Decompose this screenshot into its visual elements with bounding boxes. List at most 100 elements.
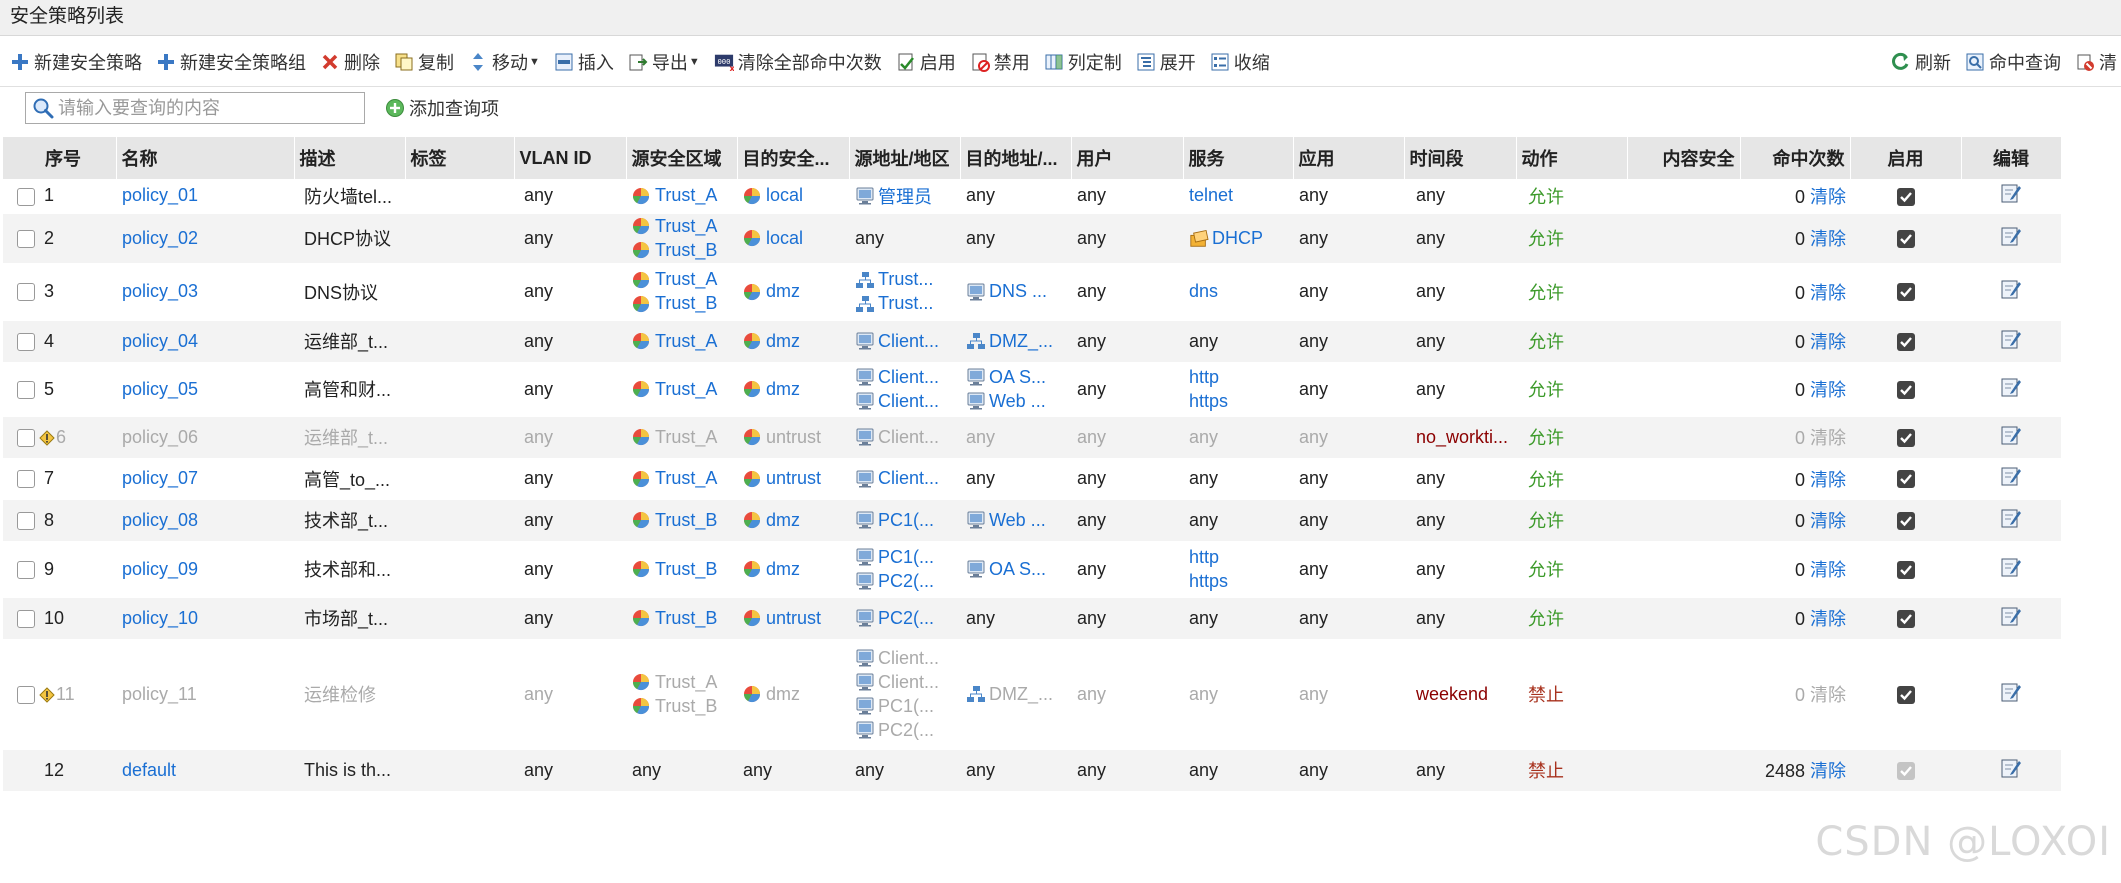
toolbar-button-9[interactable]: 禁用 xyxy=(970,44,1030,80)
column-header-15[interactable]: 命中次数 xyxy=(1740,137,1851,179)
policy-name-link[interactable]: policy_07 xyxy=(122,468,198,488)
enable-checkbox[interactable] xyxy=(1896,332,1915,351)
row-checkbox[interactable] xyxy=(17,229,35,248)
policy-name-link[interactable]: policy_06 xyxy=(122,427,198,447)
table-row[interactable]: 7 policy_07 高管_to_... any Trust_A untrust Clie… xyxy=(3,458,2061,500)
column-header-12[interactable]: 时间段 xyxy=(1404,137,1517,179)
policy-name-link[interactable]: policy_05 xyxy=(122,379,198,399)
edit-icon[interactable] xyxy=(2000,376,2022,398)
cell-name[interactable]: policy_02 xyxy=(116,213,294,264)
policy-name-link[interactable]: policy_01 xyxy=(122,185,198,205)
policy-name-link[interactable]: policy_03 xyxy=(122,281,198,301)
toolbar-right-button-0[interactable]: 刷新 xyxy=(1891,44,1951,80)
src-addr-item[interactable]: PC2(... xyxy=(855,571,954,592)
toolbar-button-1[interactable]: 新建安全策略组 xyxy=(156,44,306,80)
cell-name[interactable]: policy_10 xyxy=(116,597,294,640)
column-header-7[interactable]: 源地址/地区 xyxy=(849,137,961,179)
row-checkbox[interactable] xyxy=(17,560,35,579)
enable-checkbox[interactable] xyxy=(1896,229,1915,248)
row-checkbox[interactable] xyxy=(17,470,35,489)
cell-name[interactable]: policy_05 xyxy=(116,362,294,417)
column-header-8[interactable]: 目的地址/... xyxy=(960,137,1072,179)
table-row[interactable]: 1 policy_01 防火墙tel... any Trust_A local 管理员 any… xyxy=(3,179,2061,214)
toolbar-right-button-1[interactable]: 命中查询 xyxy=(1965,44,2061,80)
cell-name[interactable]: policy_01 xyxy=(116,179,294,214)
row-checkbox[interactable] xyxy=(17,685,35,704)
column-header-5[interactable]: 源安全区域 xyxy=(626,137,738,179)
row-checkbox[interactable] xyxy=(17,511,35,530)
cell-name[interactable]: policy_07 xyxy=(116,458,294,500)
toolbar-button-3[interactable]: 复制 xyxy=(394,44,454,80)
toolbar-button-6[interactable]: 导出 ▼ xyxy=(628,44,700,80)
clear-hits-link[interactable]: 清除 xyxy=(1810,761,1846,781)
src-addr-item[interactable]: Client... xyxy=(855,427,954,448)
src-addr-item[interactable]: Client... xyxy=(855,391,954,412)
edit-icon[interactable] xyxy=(2000,328,2022,350)
cell-name[interactable]: policy_06 xyxy=(116,416,294,459)
table-row[interactable]: 11 policy_11 运维检修 any Trust_A Trust_B dmz Clien… xyxy=(3,639,2061,750)
service-item[interactable]: https xyxy=(1189,571,1287,592)
src-addr-item[interactable]: PC2(... xyxy=(855,608,954,629)
src-addr-item[interactable]: Client... xyxy=(855,648,954,669)
src-addr-item[interactable]: PC1(... xyxy=(855,696,954,717)
column-header-16[interactable]: 启用 xyxy=(1850,137,1962,179)
service-item[interactable]: http xyxy=(1189,547,1287,568)
edit-icon[interactable] xyxy=(2000,278,2022,300)
dst-addr-item[interactable]: DMZ_... xyxy=(966,331,1065,352)
toolbar-button-2[interactable]: 删除 xyxy=(320,44,380,80)
toolbar-button-8[interactable]: 启用 xyxy=(896,44,956,80)
src-addr-item[interactable]: PC1(... xyxy=(855,547,954,568)
service-item[interactable]: DHCP xyxy=(1189,228,1287,249)
src-addr-item[interactable]: Client... xyxy=(855,672,954,693)
column-header-9[interactable]: 用户 xyxy=(1071,137,1184,179)
table-row[interactable]: 6 policy_06 运维部_t... any Trust_A untrust Clien… xyxy=(3,416,2061,459)
table-row[interactable]: 10 policy_10 市场部_t... any Trust_B untrust PC2(… xyxy=(3,597,2061,640)
cell-name[interactable]: policy_04 xyxy=(116,320,294,363)
src-addr-item[interactable]: Client... xyxy=(855,468,954,489)
service-item[interactable]: telnet xyxy=(1189,185,1287,206)
edit-icon[interactable] xyxy=(2000,681,2022,703)
service-item[interactable]: http xyxy=(1189,367,1287,388)
dst-addr-item[interactable]: Web ... xyxy=(966,391,1065,412)
table-row[interactable]: 8 policy_08 技术部_t... any Trust_B dmz PC1(... We… xyxy=(3,499,2061,542)
enable-checkbox[interactable] xyxy=(1896,380,1915,399)
policy-name-link[interactable]: policy_09 xyxy=(122,559,198,579)
row-checkbox[interactable] xyxy=(17,609,35,628)
enable-checkbox[interactable] xyxy=(1896,685,1915,704)
toolbar-button-5[interactable]: 插入 xyxy=(554,44,614,80)
toolbar-button-11[interactable]: 展开 xyxy=(1136,44,1196,80)
dst-addr-item[interactable]: OA S... xyxy=(966,559,1065,580)
search-box[interactable] xyxy=(25,92,365,124)
enable-checkbox[interactable] xyxy=(1896,470,1915,489)
policy-name-link[interactable]: policy_10 xyxy=(122,608,198,628)
column-header-2[interactable]: 描述 xyxy=(294,137,406,179)
dst-addr-item[interactable]: Web ... xyxy=(966,510,1065,531)
policy-name-link[interactable]: policy_11 xyxy=(122,684,197,704)
search-input[interactable] xyxy=(58,97,358,119)
src-addr-item[interactable]: Client... xyxy=(855,331,954,352)
table-row[interactable]: 5 policy_05 高管和财... any Trust_A dmz Client... C… xyxy=(3,362,2061,417)
edit-icon[interactable] xyxy=(2000,556,2022,578)
clear-hits-link[interactable]: 清除 xyxy=(1810,332,1846,352)
table-row[interactable]: 12 default This is th... any any any any any any… xyxy=(3,749,2061,792)
column-header-1[interactable]: 名称 xyxy=(116,137,295,179)
policy-name-link[interactable]: default xyxy=(122,760,176,780)
clear-hits-link[interactable]: 清除 xyxy=(1810,560,1846,580)
row-checkbox[interactable] xyxy=(17,332,35,351)
cell-name[interactable]: policy_08 xyxy=(116,499,294,542)
src-addr-item[interactable]: Client... xyxy=(855,367,954,388)
column-header-4[interactable]: VLAN ID xyxy=(514,137,627,179)
table-row[interactable]: 2 policy_02 DHCP协议 any Trust_A Trust_B local an… xyxy=(3,213,2061,264)
toolbar-button-7[interactable]: 000x清除全部命中次数 xyxy=(714,44,882,80)
row-checkbox[interactable] xyxy=(17,283,35,302)
service-item[interactable]: https xyxy=(1189,391,1287,412)
edit-icon[interactable] xyxy=(2000,465,2022,487)
clear-hits-link[interactable]: 清除 xyxy=(1810,380,1846,400)
src-addr-item[interactable]: Trust... xyxy=(855,293,954,314)
enable-checkbox[interactable] xyxy=(1896,761,1915,780)
clear-hits-link[interactable]: 清除 xyxy=(1810,283,1846,303)
src-addr-item[interactable]: PC1(... xyxy=(855,510,954,531)
src-addr-item[interactable]: PC2(... xyxy=(855,720,954,741)
add-query-button[interactable]: 添加查询项 xyxy=(385,92,499,124)
table-row[interactable]: 9 policy_09 技术部和... any Trust_B dmz PC1(... PC2… xyxy=(3,541,2061,598)
